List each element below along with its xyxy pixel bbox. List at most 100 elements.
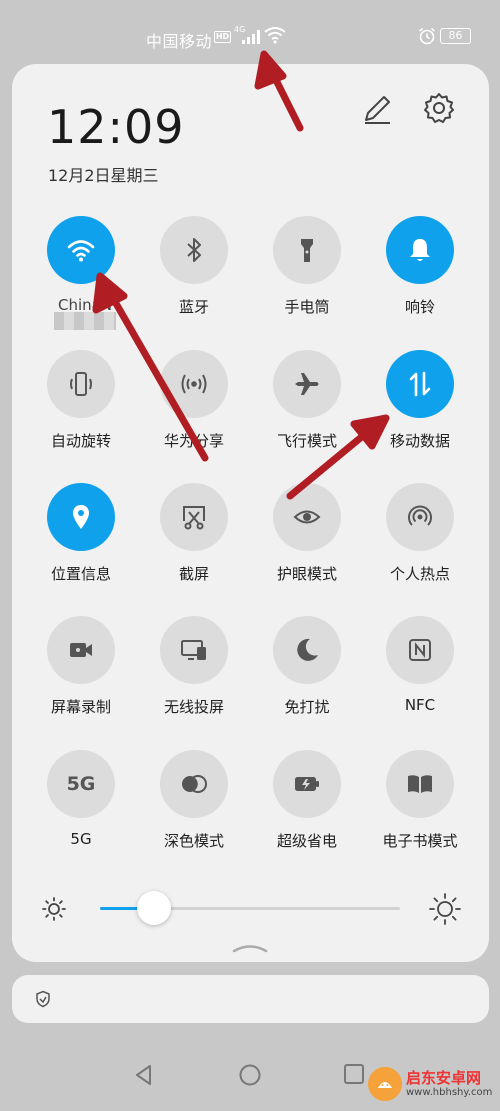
wireless-projection-icon <box>181 640 206 660</box>
auto-rotate-icon <box>70 372 92 396</box>
do-not-disturb-label: 免打扰 <box>284 698 330 716</box>
settings-gear-icon[interactable] <box>421 90 457 126</box>
mobile-data-icon <box>409 371 431 397</box>
ebook-icon <box>408 775 432 793</box>
auto-rotate-label: 自动旋转 <box>50 432 111 450</box>
nav-back-icon[interactable] <box>132 1063 156 1087</box>
wifi-toggle[interactable] <box>47 216 115 284</box>
dark-mode-toggle[interactable] <box>160 750 228 818</box>
mobile-data-toggle[interactable] <box>386 350 454 418</box>
hotspot-label: 个人热点 <box>389 565 450 583</box>
status-bar: 中国移动 HD 4G 86 <box>0 0 500 72</box>
screenshot-label: 截屏 <box>178 565 209 583</box>
battery-indicator: 86 <box>440 28 471 44</box>
nav-home-icon[interactable] <box>238 1063 262 1087</box>
eye-comfort-label: 护眼模式 <box>276 565 337 583</box>
brightness-slider-thumb[interactable] <box>137 891 171 925</box>
auto-rotate-toggle[interactable] <box>47 350 115 418</box>
tile-screenshot[interactable]: 截屏 <box>138 483 250 603</box>
ebook-label: 电子书模式 <box>382 832 458 850</box>
tile-huawei-share[interactable]: 华为分享 <box>138 350 250 470</box>
tile-auto-rotate[interactable]: 自动旋转 <box>25 350 137 470</box>
airplane-toggle[interactable] <box>273 350 341 418</box>
mobile-data-label: 移动数据 <box>389 432 450 450</box>
blurred-ssid-mask <box>54 312 116 330</box>
bluetooth-label: 蓝牙 <box>178 298 209 316</box>
tile-screen-record[interactable]: 屏幕录制 <box>25 616 137 736</box>
eye-comfort-icon <box>293 510 321 524</box>
battery-saver-toggle[interactable] <box>273 750 341 818</box>
hotspot-toggle[interactable] <box>386 483 454 551</box>
wifi-icon <box>67 240 95 262</box>
wifi-status-icon <box>264 27 286 44</box>
dark-mode-icon <box>182 775 207 793</box>
location-toggle[interactable] <box>47 483 115 551</box>
tile-nfc[interactable]: NFC <box>364 616 476 736</box>
5g-icon: 5G <box>66 773 96 795</box>
airplane-icon <box>295 373 319 395</box>
moon-icon <box>297 638 318 661</box>
ringer-toggle[interactable] <box>386 216 454 284</box>
screenshot-icon <box>183 506 205 530</box>
screen-record-label: 屏幕录制 <box>50 698 111 716</box>
flashlight-toggle[interactable] <box>273 216 341 284</box>
5g-label: 5G <box>70 830 92 848</box>
site-watermark: 启东安卓网 www.hbhshy.com <box>368 1062 496 1106</box>
notification-card[interactable] <box>12 975 489 1023</box>
tile-hotspot[interactable]: 个人热点 <box>364 483 476 603</box>
huawei-share-toggle[interactable] <box>160 350 228 418</box>
tile-eye-comfort[interactable]: 护眼模式 <box>251 483 363 603</box>
screen-record-toggle[interactable] <box>47 616 115 684</box>
signal-strength-icon <box>242 30 260 44</box>
ebook-toggle[interactable] <box>386 750 454 818</box>
edit-pencil-icon[interactable] <box>360 92 394 126</box>
huawei-share-label: 华为分享 <box>163 432 224 450</box>
nav-recent-apps-icon[interactable] <box>343 1063 365 1085</box>
collapse-handle-icon[interactable] <box>232 940 268 954</box>
carrier-name: 中国移动 <box>146 32 213 51</box>
watermark-url: www.hbhshy.com <box>406 1086 493 1098</box>
screenshot-toggle[interactable] <box>160 483 228 551</box>
watermark-title: 启东安卓网 <box>406 1068 482 1087</box>
clock-date: 12月2日星期三 <box>48 166 159 185</box>
tile-ebook[interactable]: 电子书模式 <box>364 750 476 870</box>
tile-airplane[interactable]: 飞行模式 <box>251 350 363 470</box>
flashlight-icon <box>301 239 313 262</box>
5g-toggle[interactable]: 5G <box>47 750 115 818</box>
brightness-high-icon <box>429 893 461 925</box>
tile-battery-saver[interactable]: 超级省电 <box>251 750 363 870</box>
tile-wireless-projection[interactable]: 无线投屏 <box>138 616 250 736</box>
tile-flashlight[interactable]: 手电筒 <box>251 216 363 336</box>
tile-dark-mode[interactable]: 深色模式 <box>138 750 250 870</box>
tile-bluetooth[interactable]: 蓝牙 <box>138 216 250 336</box>
tile-mobile-data[interactable]: 移动数据 <box>364 350 476 470</box>
clock-time: 12:09 <box>47 100 185 154</box>
alarm-icon <box>419 27 435 45</box>
screen-record-icon <box>70 643 92 657</box>
shield-icon <box>36 990 50 1008</box>
flashlight-label: 手电筒 <box>284 298 330 316</box>
hd-badge: HD <box>214 31 231 43</box>
nfc-toggle[interactable] <box>386 616 454 684</box>
bluetooth-icon <box>187 238 201 262</box>
do-not-disturb-toggle[interactable] <box>273 616 341 684</box>
tile-location[interactable]: 位置信息 <box>25 483 137 603</box>
dark-mode-label: 深色模式 <box>163 832 224 850</box>
location-label: 位置信息 <box>50 565 111 583</box>
ringer-label: 响铃 <box>404 298 435 316</box>
huawei-share-icon <box>181 374 207 394</box>
wireless-projection-toggle[interactable] <box>160 616 228 684</box>
tile-ringer[interactable]: 响铃 <box>364 216 476 336</box>
brightness-low-icon <box>42 897 66 921</box>
nfc-label: NFC <box>404 696 436 714</box>
quick-settings-panel: 12:09 12月2日星期三 ChinaN 蓝牙 手电筒 响铃 自动旋转 华为分… <box>12 64 489 962</box>
tile-do-not-disturb[interactable]: 免打扰 <box>251 616 363 736</box>
nfc-icon <box>409 639 431 661</box>
battery-saver-icon <box>295 777 319 791</box>
watermark-logo-icon <box>378 1082 392 1088</box>
eye-comfort-toggle[interactable] <box>273 483 341 551</box>
hotspot-icon <box>408 505 432 526</box>
tile-5g[interactable]: 5G 5G <box>25 750 137 870</box>
airplane-label: 飞行模式 <box>276 432 337 450</box>
bluetooth-toggle[interactable] <box>160 216 228 284</box>
